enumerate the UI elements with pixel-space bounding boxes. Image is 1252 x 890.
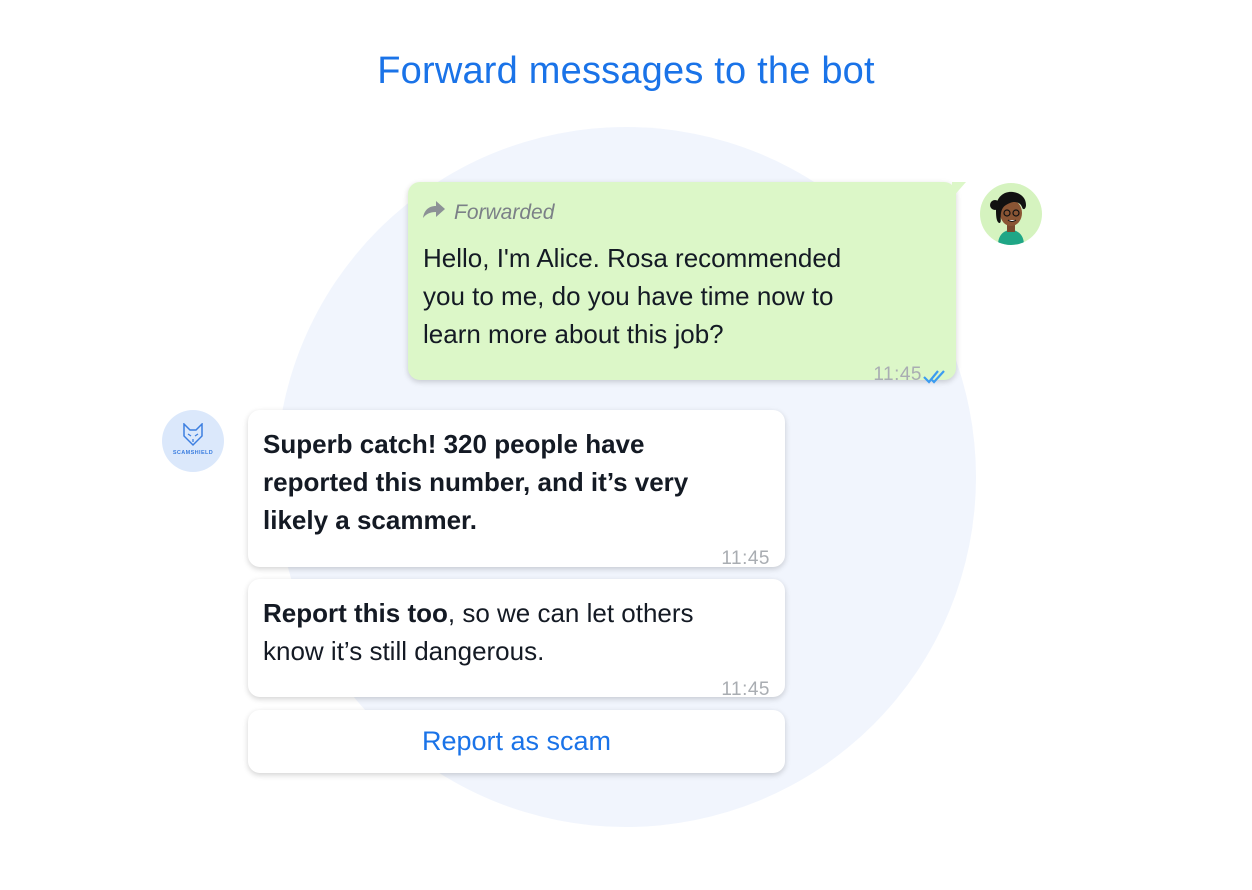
message-timestamp: 11:45 [721,679,770,700]
bot-message-text: Report this too, so we can let others kn… [263,598,694,666]
user-avatar [980,183,1042,245]
forward-arrow-icon [422,194,454,232]
fox-logo-icon [182,422,204,452]
bot-message-bubble[interactable]: Report this too, so we can let others kn… [248,579,785,700]
page-title: Forward messages to the bot [377,50,875,92]
forwarded-message-bubble[interactable]: Forwarded Hello, I'm Alice. Rosa recomme… [408,182,956,385]
bubble-tail [952,182,966,198]
forwarded-label: Forwarded [422,194,554,232]
bot-message-bubble[interactable]: Superb catch! 320 people have reported t… [248,410,785,569]
report-as-scam-button[interactable]: Report as scam [248,710,785,773]
message-timestamp: 11:45 [721,548,770,569]
forwarded-label-text: Forwarded [454,201,555,224]
double-check-icon [923,357,949,395]
bot-avatar: SCAMSHIELD [162,410,224,472]
bold-text: Report this too [263,598,448,628]
forwarded-message-text: Hello, I'm Alice. Rosa recommended you t… [423,243,842,349]
bot-logo-text: SCAMSHIELD [172,450,214,456]
bot-message-text: Superb catch! 320 people have reported t… [263,429,689,535]
message-timestamp: 11:45 [873,364,922,385]
